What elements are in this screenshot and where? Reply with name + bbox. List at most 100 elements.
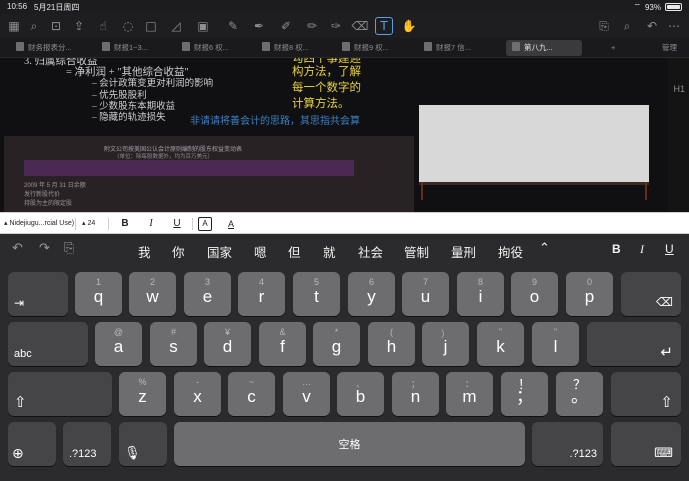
shift-key-right[interactable]: ⇧ [611, 372, 681, 416]
marker-icon[interactable]: ✏ [303, 17, 321, 35]
key-period[interactable]: ？。 [556, 372, 603, 416]
tab-4[interactable]: 财报9 权... [342, 40, 418, 56]
key-o[interactable]: 9o [511, 272, 558, 316]
search-icon[interactable]: ⌕ [25, 17, 43, 35]
pointer-icon[interactable]: ☝ [94, 17, 112, 35]
key-semicolon[interactable]: ！； [501, 372, 548, 416]
key-i[interactable]: 8i [457, 272, 504, 316]
return-key[interactable]: ↵ [587, 322, 681, 366]
highlighter-icon[interactable]: ✐ [277, 17, 295, 35]
manage-button[interactable]: 管理 [662, 40, 686, 56]
tab-1[interactable]: 财报1~3... [102, 40, 178, 56]
key-w[interactable]: 2w [129, 272, 176, 316]
key-c[interactable]: ~ c [228, 372, 275, 416]
eraser-icon[interactable]: ⌫ [351, 17, 369, 35]
key-f[interactable]: & f [259, 322, 306, 366]
key-k[interactable]: " k [477, 322, 524, 366]
shift-key-left[interactable]: ⇧ [8, 372, 112, 416]
suggestion[interactable]: 但 [288, 242, 301, 261]
suggestion[interactable]: 社会 [358, 242, 383, 261]
tab-5[interactable]: 财报7 信... [424, 40, 506, 56]
suggestion[interactable]: 就 [323, 242, 336, 261]
key-l[interactable]: " l [532, 322, 579, 366]
add-tab-button[interactable]: + [611, 40, 627, 56]
font-picker[interactable]: ▴ Nidejiugu...rcial Use) [4, 217, 74, 231]
tab-key[interactable]: ⇥ [8, 272, 68, 316]
status-date: 5月21日周四 [34, 3, 80, 12]
undo-icon[interactable]: ↶ [12, 241, 23, 256]
key-q[interactable]: 1q [75, 272, 122, 316]
numbers-key-left[interactable]: .?123 [63, 422, 111, 466]
more-icon[interactable]: ⋯ [665, 17, 683, 35]
text-box-selection[interactable] [419, 105, 649, 200]
brush-icon[interactable]: ✑ [327, 17, 345, 35]
key-s[interactable]: # s [150, 322, 197, 366]
key-p[interactable]: 0p [566, 272, 613, 316]
tab-2[interactable]: 财报6 权... [182, 40, 258, 56]
text-color-button[interactable]: A [224, 217, 238, 231]
suggestion[interactable]: 嗯 [254, 242, 267, 261]
tab-0[interactable]: 财务报表分... [16, 40, 90, 56]
kb-bold-button[interactable]: B [612, 242, 621, 256]
key-m[interactable]: ： m [446, 372, 493, 416]
search-doc-icon[interactable]: ⌕ [618, 17, 636, 35]
suggestion[interactable]: 我 [138, 242, 151, 261]
key-j[interactable]: ） j [422, 322, 469, 366]
page-icon[interactable]: ⎘ [595, 17, 613, 35]
abc-key[interactable]: abc [8, 322, 88, 366]
key-a[interactable]: @ a [95, 322, 142, 366]
chevron-up-icon[interactable]: ⌃ [539, 241, 550, 256]
suggestion[interactable]: 管制 [404, 242, 429, 261]
space-key[interactable]: 空格 [174, 422, 525, 466]
undo-icon[interactable]: ↶ [643, 17, 661, 35]
heading-marker: H1 [673, 84, 685, 94]
italic-button[interactable]: I [144, 217, 158, 231]
key-e[interactable]: 3e [184, 272, 231, 316]
kb-underline-button[interactable]: U [665, 242, 674, 256]
pen-icon[interactable]: ✎ [224, 17, 242, 35]
tab-3[interactable]: 财报8 权... [262, 40, 338, 56]
key-b[interactable]: 、 b [337, 372, 384, 416]
key-t[interactable]: 5t [293, 272, 340, 316]
key-y[interactable]: 6y [348, 272, 395, 316]
clipboard-icon[interactable]: ⎘ [64, 241, 74, 256]
hand-icon[interactable]: ✋ [400, 17, 418, 35]
bookmark-icon[interactable]: ⊡ [47, 17, 65, 35]
tab-6[interactable]: 第八九... [506, 40, 582, 56]
key-u[interactable]: 7u [402, 272, 449, 316]
share-icon[interactable]: ⇪ [70, 17, 88, 35]
key-d[interactable]: ¥ d [204, 322, 251, 366]
key-v[interactable]: … v [283, 372, 330, 416]
hide-keyboard-key[interactable]: ⌨ [611, 422, 681, 466]
key-g[interactable]: * g [313, 322, 360, 366]
document-view[interactable]: 3. 归属综合收益 = 净利润 + "其他综合收益" – 会计政策变更对利润的影… [0, 58, 689, 212]
underline-button[interactable]: U [170, 217, 184, 231]
font-size-picker[interactable]: ▴ 24 [82, 217, 95, 231]
textbox-icon[interactable]: T [375, 17, 393, 35]
key-z[interactable]: % z [119, 372, 166, 416]
chart-icon[interactable]: ◿ [167, 17, 185, 35]
lasso-icon[interactable]: ◌ [119, 17, 137, 35]
image-icon[interactable]: ▣ [194, 17, 212, 35]
table-row: 发行新股代价 [24, 192, 61, 198]
grid-icon[interactable]: ▦ [5, 17, 23, 35]
bold-button[interactable]: B [118, 217, 132, 231]
redo-icon[interactable]: ↷ [39, 241, 50, 256]
key-x[interactable]: -x [174, 372, 221, 416]
delete-key[interactable]: ⌫ [621, 272, 681, 316]
key-n[interactable]: ； n [392, 372, 439, 416]
globe-key[interactable]: ⊕ [8, 422, 56, 466]
text-background-button[interactable]: A [198, 217, 212, 231]
document-page: 3. 归属综合收益 = 净利润 + "其他综合收益" – 会计政策变更对利润的影… [0, 58, 668, 212]
dictation-key[interactable]: 🎙 [119, 422, 167, 466]
kb-italic-button[interactable]: I [640, 242, 644, 257]
numbers-key-right[interactable]: .?123 [532, 422, 603, 466]
fountain-pen-icon[interactable]: ✒ [250, 17, 268, 35]
suggestion[interactable]: 量刑 [451, 242, 476, 261]
suggestion[interactable]: 你 [172, 242, 185, 261]
shape-icon[interactable]: □ [142, 17, 160, 35]
suggestion[interactable]: 拘役 [498, 242, 523, 261]
suggestion[interactable]: 国家 [207, 242, 232, 261]
key-h[interactable]: (h [368, 322, 415, 366]
key-r[interactable]: 4r [238, 272, 285, 316]
